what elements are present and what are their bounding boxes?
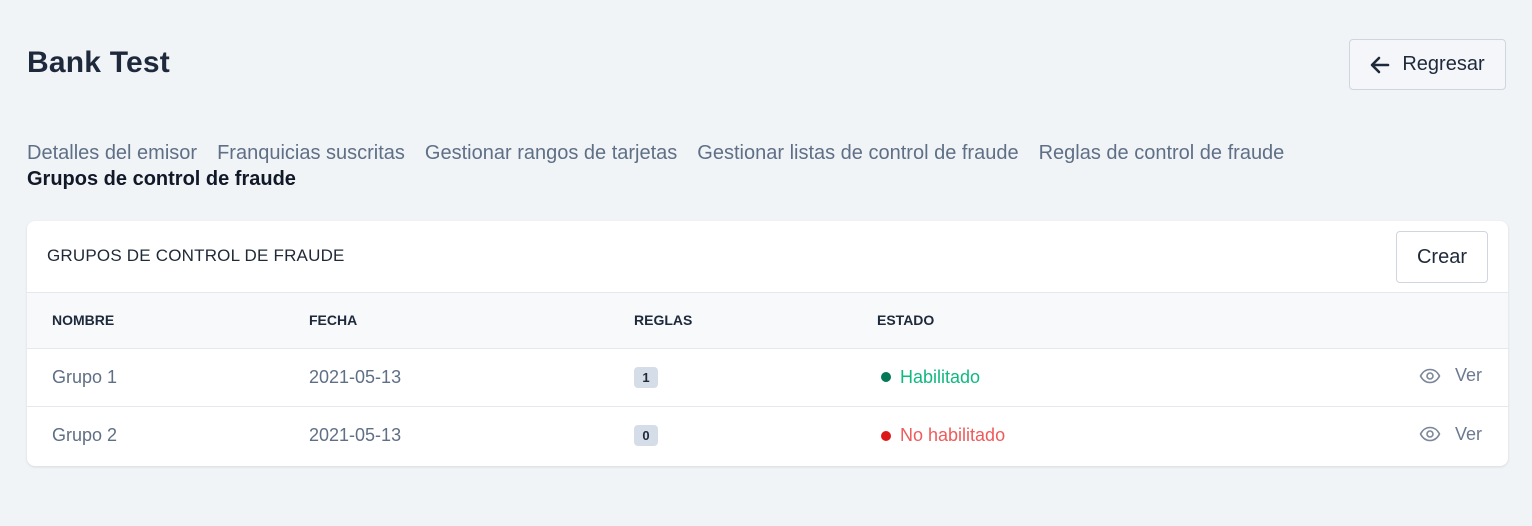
column-header-name[interactable]: NOMBRE xyxy=(27,293,309,349)
column-header-status[interactable]: ESTADO xyxy=(877,293,1250,349)
tab-fraud-control-lists[interactable]: Gestionar listas de control de fraude xyxy=(697,140,1018,166)
column-header-actions xyxy=(1249,293,1508,349)
section-tabs: Detalles del emisor Franquicias suscrita… xyxy=(27,140,1427,192)
create-button[interactable]: Crear xyxy=(1396,231,1488,283)
tab-card-ranges[interactable]: Gestionar rangos de tarjetas xyxy=(425,140,677,166)
page-title: Bank Test xyxy=(27,46,170,79)
arrow-left-icon xyxy=(1371,56,1390,73)
table-header-row: NOMBRE FECHA REGLAS ESTADO xyxy=(27,293,1508,349)
tab-issuer-details[interactable]: Detalles del emisor xyxy=(27,140,197,166)
group-date: 2021-05-13 xyxy=(309,366,402,387)
table-row: Grupo 1 2021-05-13 1 Habilitado Ver xyxy=(27,348,1508,406)
rules-count-badge: 0 xyxy=(634,425,658,447)
view-label: Ver xyxy=(1454,365,1482,386)
fraud-groups-card: GRUPOS DE CONTROL DE FRAUDE Crear NOMBRE… xyxy=(27,221,1508,466)
status-dot-icon xyxy=(881,430,891,441)
group-date: 2021-05-13 xyxy=(309,405,634,464)
back-button[interactable]: Regresar xyxy=(1349,39,1506,90)
view-label: Ver xyxy=(1454,423,1482,444)
card-title: GRUPOS DE CONTROL DE FRAUDE xyxy=(47,246,345,265)
view-button[interactable]: Ver xyxy=(1419,424,1482,445)
eye-icon xyxy=(1419,426,1441,442)
rules-count-badge: 1 xyxy=(634,367,658,388)
column-header-rules[interactable]: REGLAS xyxy=(634,293,877,349)
group-name: Grupo 2 xyxy=(27,405,309,464)
status-indicator: Habilitado xyxy=(877,367,980,388)
status-dot-icon xyxy=(881,372,891,383)
eye-icon xyxy=(1419,368,1441,384)
column-header-date[interactable]: FECHA xyxy=(309,293,634,349)
card-header: GRUPOS DE CONTROL DE FRAUDE Crear xyxy=(27,221,1508,293)
fraud-groups-table: NOMBRE FECHA REGLAS ESTADO Grupo 1 2021-… xyxy=(27,293,1508,464)
status-label: No habilitado xyxy=(900,425,1006,445)
tab-subscribed-franchises[interactable]: Franquicias suscritas xyxy=(217,140,405,166)
back-button-label: Regresar xyxy=(1402,53,1485,75)
tab-fraud-control-rules[interactable]: Reglas de control de fraude xyxy=(1039,140,1285,166)
status-indicator: No habilitado xyxy=(877,425,1005,446)
status-label: Habilitado xyxy=(900,366,981,387)
group-name: Grupo 1 xyxy=(52,366,118,387)
view-button[interactable]: Ver xyxy=(1419,365,1482,386)
table-row: Grupo 2 2021-05-13 0 No habilitado Ver xyxy=(27,405,1508,464)
tab-fraud-control-groups[interactable]: Grupos de control de fraude xyxy=(27,166,296,192)
